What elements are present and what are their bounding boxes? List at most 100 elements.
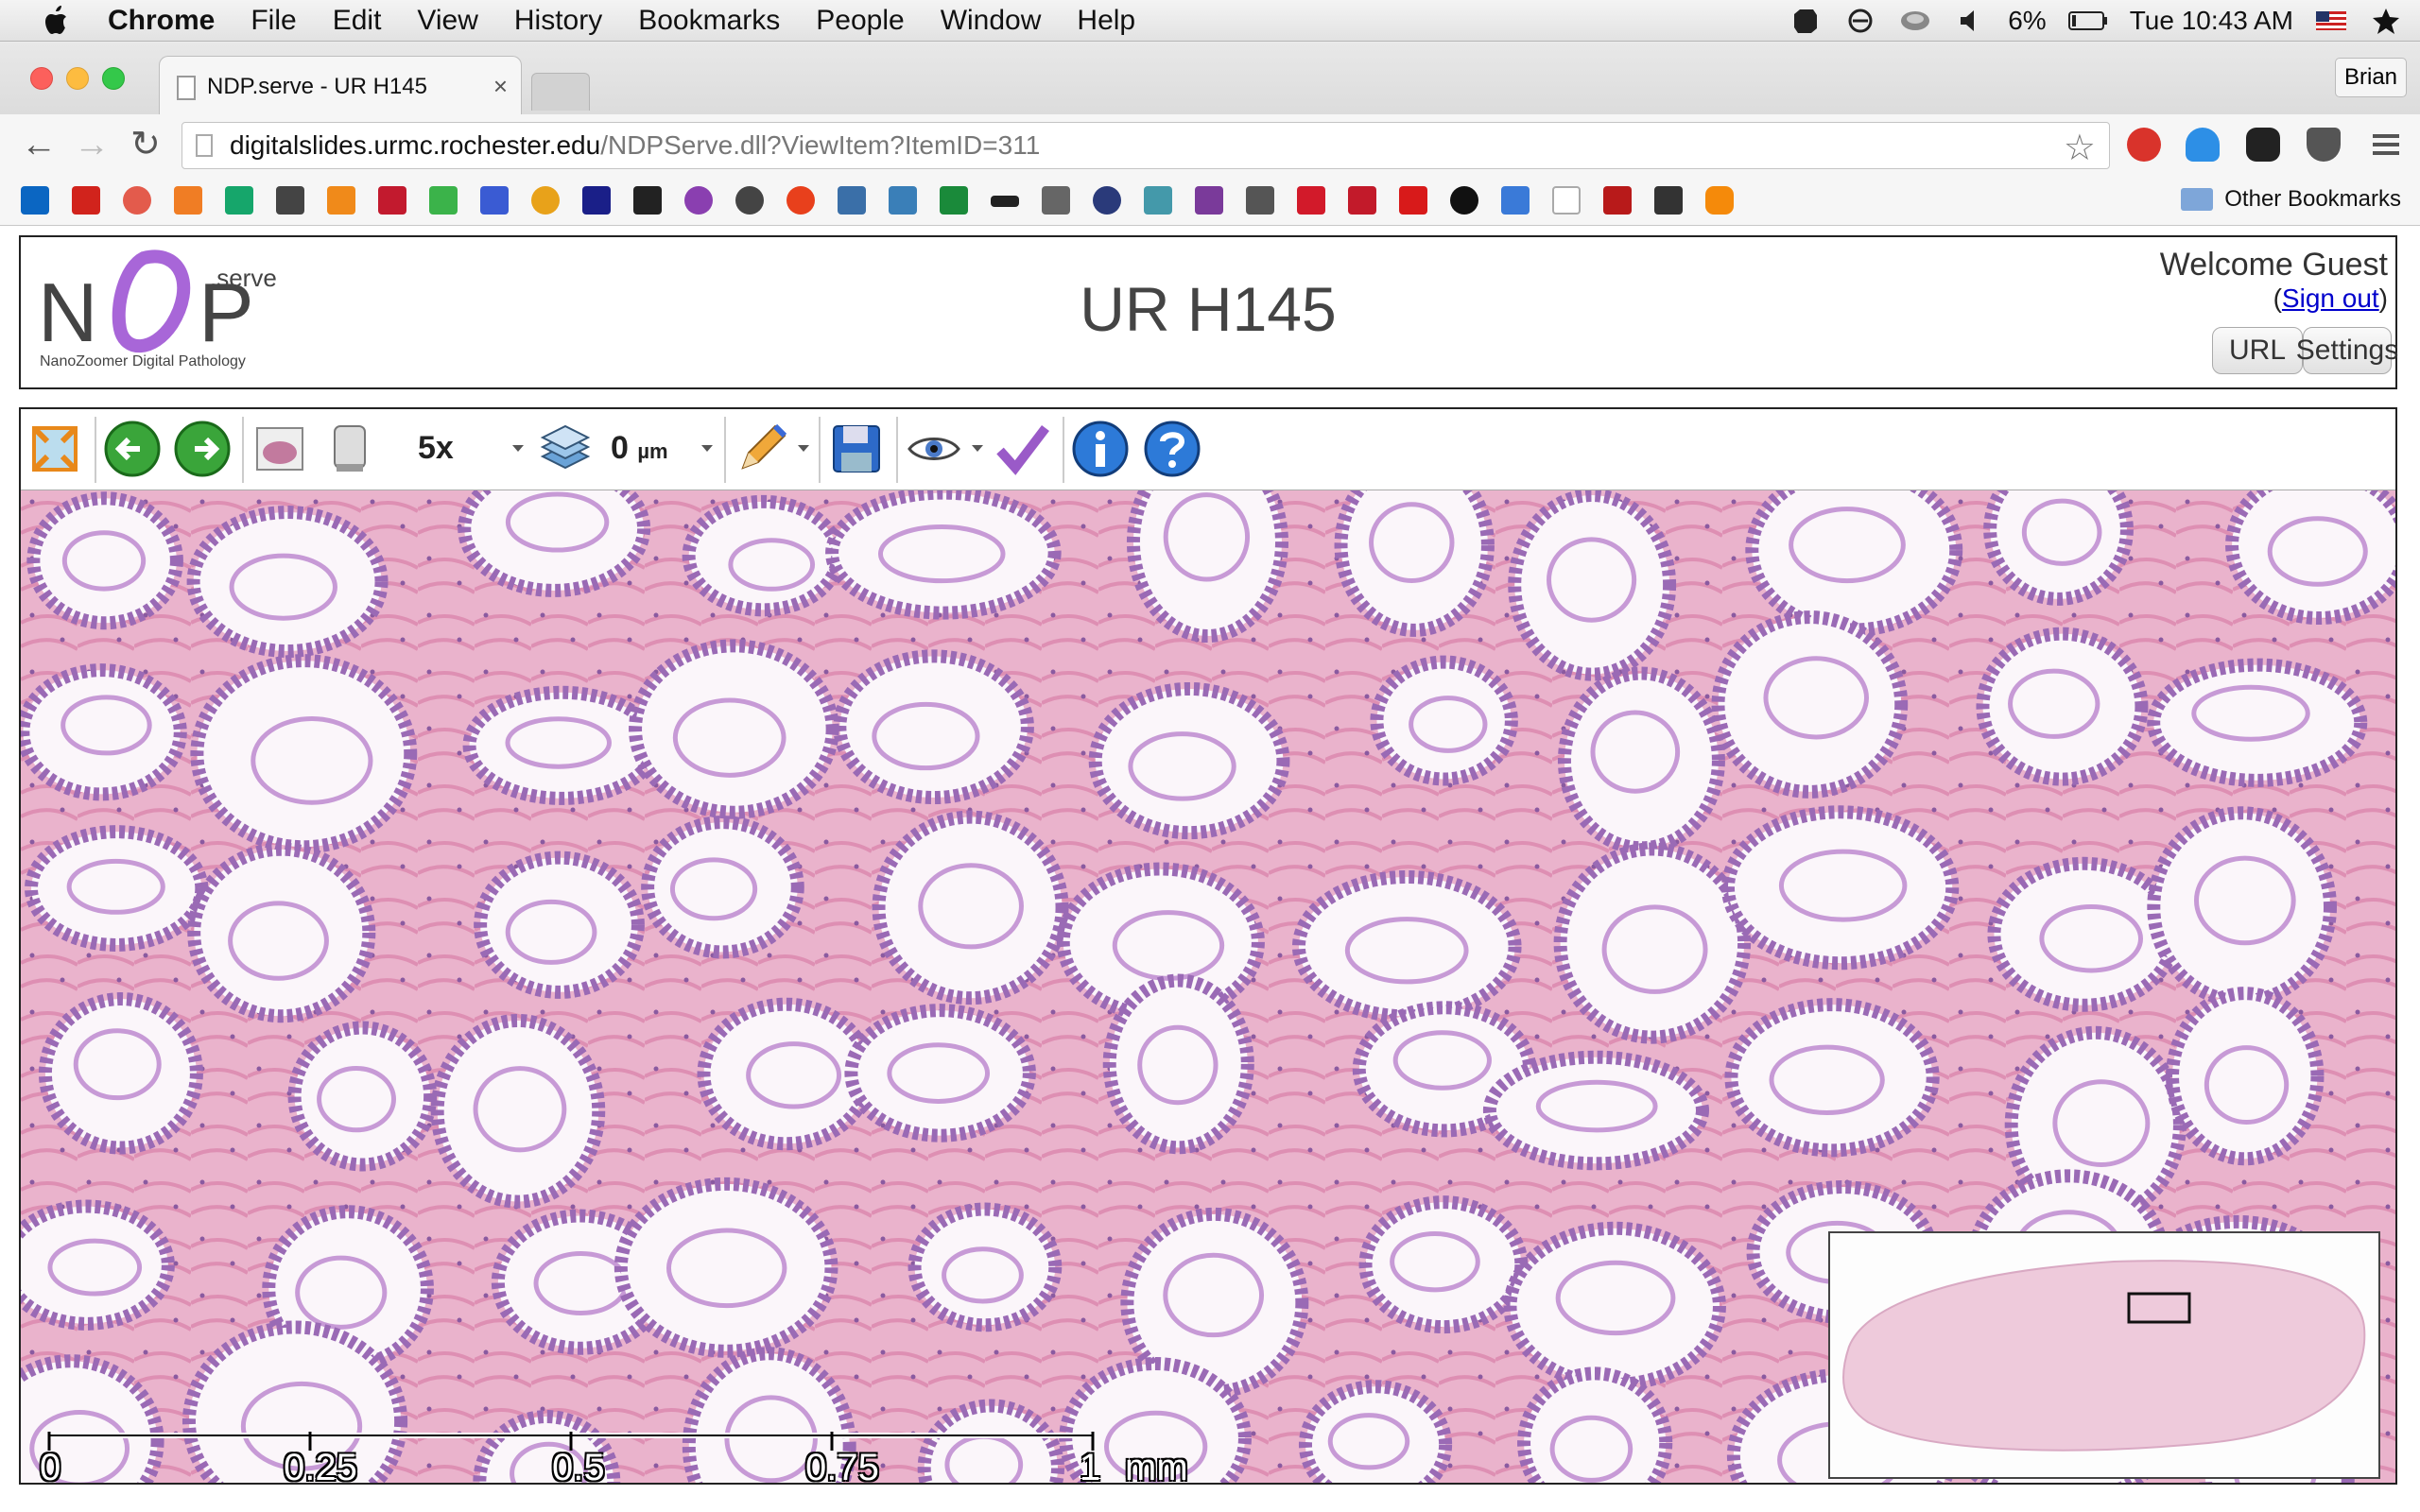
sync-icon[interactable] (1843, 7, 1877, 35)
menu-file[interactable]: File (251, 5, 296, 37)
fullscreen-icon[interactable] (25, 419, 85, 479)
bookmark-icon-15[interactable] (735, 186, 764, 215)
bookmark-ycombinator-icon[interactable] (327, 186, 355, 215)
adblock-extension-icon[interactable] (2127, 128, 2161, 162)
bookmark-icon-12[interactable] (582, 186, 611, 215)
us-flag-icon[interactable] (2314, 7, 2348, 35)
menu-app-name[interactable]: Chrome (108, 5, 215, 37)
bookmark-icon-28[interactable] (1399, 186, 1427, 215)
bookmark-icon-25[interactable] (1246, 186, 1274, 215)
menu-people[interactable]: People (816, 5, 904, 37)
overview-minimap[interactable] (1828, 1231, 2380, 1479)
menu-edit[interactable]: Edit (333, 5, 382, 37)
bookmark-icon-20[interactable] (991, 196, 1019, 207)
bookmark-icon-19[interactable] (940, 186, 968, 215)
view-dropdown-chevron-icon[interactable] (972, 445, 983, 452)
bookmark-icon-11[interactable] (531, 186, 560, 215)
focus-depth[interactable]: 0 µm (611, 430, 668, 467)
bookmark-icon-5[interactable] (225, 186, 253, 215)
forward-arrow-icon[interactable]: → (74, 126, 110, 163)
other-bookmarks[interactable]: Other Bookmarks (2181, 186, 2401, 213)
bookmark-icon-2[interactable] (72, 186, 100, 215)
view-eye-icon[interactable] (904, 419, 964, 479)
bookmark-icon-16[interactable] (786, 186, 815, 215)
bookmark-icon-4[interactable] (174, 186, 202, 215)
bookmark-page-icon[interactable] (1552, 186, 1581, 215)
bookmark-icon-27[interactable] (1348, 186, 1376, 215)
bookmark-linkedin-icon[interactable] (21, 186, 49, 215)
chrome-menu-icon[interactable] (2369, 128, 2403, 162)
bookmark-icon-29[interactable] (1450, 186, 1478, 215)
pocket-extension-icon[interactable] (2307, 128, 2341, 162)
welcome-block: Welcome Guest (Sign out) (2160, 247, 2388, 314)
close-tab-icon[interactable]: × (493, 72, 508, 101)
bookmark-icon-22[interactable] (1093, 186, 1121, 215)
bookmark-icon-26[interactable] (1297, 186, 1325, 215)
menu-window[interactable]: Window (941, 5, 1042, 37)
bookmark-icon-23[interactable] (1144, 186, 1172, 215)
apple-icon[interactable] (38, 2, 76, 40)
minimize-window-button[interactable] (66, 67, 89, 90)
new-tab-button[interactable] (531, 73, 590, 111)
bookmark-icon-8[interactable] (378, 186, 406, 215)
viewer-toolbar: 5x 0 µm (21, 409, 2395, 490)
bookmarks-bar: Other Bookmarks (0, 177, 2420, 226)
clock[interactable]: Tue 10:43 AM (2130, 6, 2293, 36)
bookmark-icon-3[interactable] (123, 186, 151, 215)
bookmark-icon-14[interactable] (684, 186, 713, 215)
close-window-button[interactable] (30, 67, 53, 90)
bookmark-bu-icon[interactable] (1603, 186, 1632, 215)
vpn-extension-icon[interactable] (2186, 128, 2220, 162)
slide-label-icon[interactable] (320, 419, 380, 479)
bookmark-icon-18[interactable] (889, 186, 917, 215)
volume-icon[interactable] (1953, 7, 1987, 35)
maximize-window-button[interactable] (102, 67, 125, 90)
focus-dropdown-chevron-icon[interactable] (701, 445, 713, 452)
menu-bookmarks[interactable]: Bookmarks (638, 5, 780, 37)
back-arrow-icon[interactable]: ← (21, 126, 57, 163)
reload-icon[interactable]: ↻ (130, 126, 161, 163)
evernote-icon[interactable] (1789, 7, 1823, 35)
bookmark-icon-33[interactable] (1654, 186, 1683, 215)
address-bar[interactable]: digitalslides.urmc.rochester.edu/NDPServ… (182, 122, 2110, 169)
page-info-icon[interactable] (196, 134, 213, 157)
save-disk-icon[interactable] (826, 419, 887, 479)
settings-button[interactable]: Settings (2296, 327, 2398, 374)
zoom-level[interactable]: 5x (418, 430, 454, 467)
slide-thumbnail-icon[interactable] (250, 419, 310, 479)
bookmark-icon-13[interactable] (633, 186, 662, 215)
bookmark-icon-21[interactable] (1042, 186, 1070, 215)
menu-history[interactable]: History (514, 5, 602, 37)
evernote-extension-icon[interactable] (2246, 128, 2280, 162)
help-question-icon[interactable] (1142, 419, 1202, 479)
back-green-arrow-icon[interactable] (102, 419, 163, 479)
annotate-pencil-icon[interactable] (732, 419, 792, 479)
browser-tab[interactable]: NDP.serve - UR H145 × (159, 56, 522, 116)
bookmark-csharp-icon[interactable] (1501, 186, 1530, 215)
info-icon[interactable] (1070, 419, 1131, 479)
toolbar-separator (242, 417, 244, 483)
menu-help[interactable]: Help (1077, 5, 1135, 37)
bookmark-icon-9[interactable] (429, 186, 458, 215)
url-button[interactable]: URL (2212, 327, 2303, 374)
bookmark-icon-10[interactable] (480, 186, 509, 215)
bookmark-icon-24[interactable] (1195, 186, 1223, 215)
bookmark-star-icon[interactable]: ☆ (2064, 127, 2096, 169)
battery-icon[interactable] (2067, 7, 2109, 35)
zoom-dropdown-chevron-icon[interactable] (512, 445, 524, 452)
annotate-dropdown-chevron-icon[interactable] (798, 445, 809, 452)
gland (1298, 1380, 1453, 1483)
bookmark-icon-17[interactable] (838, 186, 866, 215)
focus-layers-icon[interactable] (535, 419, 596, 479)
bookmark-icon-34[interactable] (1705, 186, 1734, 215)
tab-title: NDP.serve - UR H145 (207, 73, 427, 99)
star-icon[interactable] (2369, 7, 2403, 35)
forward-green-arrow-icon[interactable] (172, 419, 233, 479)
slide-image[interactable]: 0 0.25 0.5 0.75 1 mm (21, 441, 2395, 1483)
checkmark-icon[interactable] (993, 419, 1053, 479)
menu-view[interactable]: View (417, 5, 477, 37)
bookmark-icon-6[interactable] (276, 186, 304, 215)
wifi-icon[interactable] (1898, 7, 1932, 35)
sign-out-link[interactable]: Sign out (2282, 284, 2379, 313)
profile-button[interactable]: Brian (2335, 58, 2407, 97)
